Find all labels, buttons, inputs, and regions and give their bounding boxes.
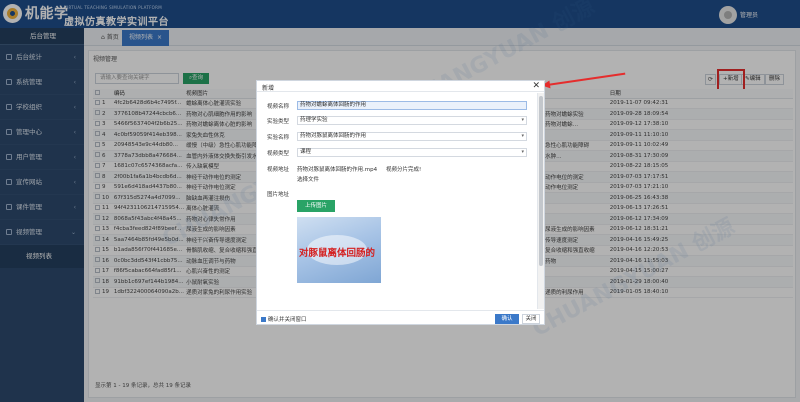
dialog-body: 视频名称 药物对蟾蜍离体回肠的作用 实验类型 药理学实验 ▾ 实验名称 药物对豚鼠… <box>257 93 536 309</box>
video-name-field[interactable]: 药物对蟾蜍离体回肠的作用 <box>297 101 527 110</box>
video-addr-label: 视频地址 <box>267 167 290 173</box>
scrollbar-thumb[interactable] <box>539 96 543 266</box>
chevron-down-icon: ▾ <box>521 149 524 155</box>
chevron-down-icon: ▾ <box>521 133 524 139</box>
preview-text: 对豚鼠离体回肠的 <box>299 248 376 259</box>
exp-type-select[interactable]: 药理学实验 ▾ <box>297 116 527 125</box>
video-type-value: 课程 <box>300 149 312 155</box>
image-preview: 对豚鼠离体回肠的 <box>297 217 381 283</box>
video-type-label: 视频类型 <box>267 151 290 157</box>
checkbox-label: 确认并关闭窗口 <box>268 317 307 323</box>
exp-type-label: 实验类型 <box>267 119 290 125</box>
video-type-select[interactable]: 课程 ▾ <box>297 148 527 157</box>
close-button[interactable]: 关闭 <box>522 314 540 324</box>
choose-file-button[interactable]: 选择文件 <box>297 175 319 183</box>
dialog-header: 新增 ✕ <box>257 81 544 92</box>
chevron-down-icon: ▾ <box>521 117 524 123</box>
confirm-button[interactable]: 确认 <box>495 314 519 324</box>
confirm-close-checkbox[interactable]: 确认并关闭窗口 <box>261 315 307 323</box>
checkbox-checked-icon <box>261 317 266 322</box>
exp-name-value: 药物对豚鼠离体回肠的作用 <box>300 133 367 139</box>
video-name-label: 视频名称 <box>267 104 290 110</box>
dialog-footer: 确认并关闭窗口 确认 关闭 <box>257 310 544 325</box>
video-file-name: 药物对豚鼠离体回肠的作用.mp4 <box>297 167 378 173</box>
add-video-dialog: 新增 ✕ 视频名称 药物对蟾蜍离体回肠的作用 实验类型 药理学实验 ▾ 实验名称 … <box>256 80 545 325</box>
dialog-title: 新增 <box>262 85 275 92</box>
close-icon[interactable]: ✕ <box>532 81 540 91</box>
image-addr-label: 图片地址 <box>267 192 290 198</box>
exp-name-select[interactable]: 药物对豚鼠离体回肠的作用 ▾ <box>297 132 527 141</box>
video-upload-status: 视频分片完成! <box>386 167 422 173</box>
upload-image-button[interactable]: 上传图片 <box>297 200 335 212</box>
exp-type-value: 药理学实验 <box>300 117 328 123</box>
dialog-scrollbar[interactable] <box>537 93 544 309</box>
exp-name-label: 实验名称 <box>267 135 290 141</box>
